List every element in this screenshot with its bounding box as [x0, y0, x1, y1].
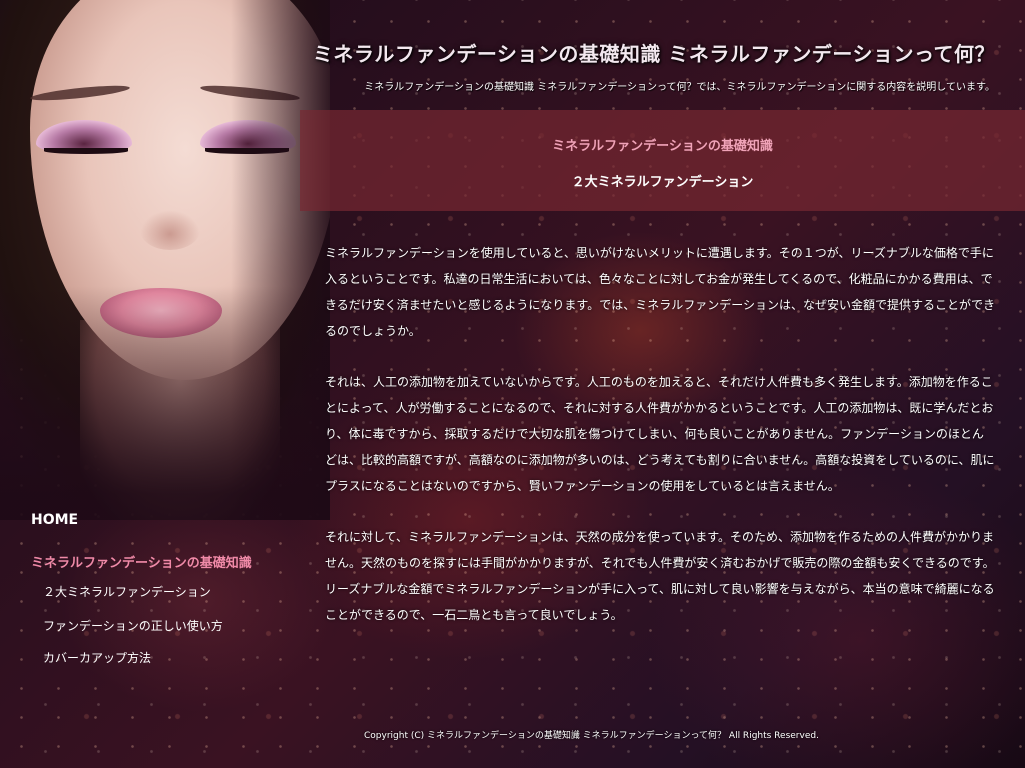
article-paragraph: それに対して、ミネラルファンデーションは、天然の成分を使っています。そのため、添…	[325, 530, 995, 622]
article-body: ミネラルファンデーションを使用していると、思いがけないメリットに遭遇します。その…	[325, 240, 995, 653]
footer-copyright: Copyright (C) ミネラルファンデーションの基礎知識 ミネラルファンデ…	[364, 731, 819, 741]
breadcrumb-category: ミネラルファンデーションの基礎知識	[552, 139, 773, 154]
article-paragraph: ミネラルファンデーションを使用していると、思いがけないメリットに遭遇します。その…	[325, 246, 995, 338]
sidebar-nav: HOME ミネラルファンデーションの基礎知識 ２大ミネラルファンデーション ファ…	[31, 512, 311, 669]
sidebar-item-cover-method[interactable]: カバーカアップ方法	[43, 649, 311, 669]
site-description: ミネラルファンデーションの基礎知識 ミネラルファンデーションって何？では、ミネラ…	[364, 82, 995, 93]
page-header-band: ミネラルファンデーションの基礎知識 ２大ミネラルファンデーション	[300, 110, 1025, 211]
sidebar-item-category[interactable]: ミネラルファンデーションの基礎知識	[31, 552, 311, 572]
article-paragraph: それは、人工の添加物を加えていないからです。人工のものを加えると、それだけ人件費…	[325, 375, 995, 493]
site-title-link[interactable]: ミネラルファンデーションの基礎知識 ミネラルファンデーションって何？	[313, 38, 995, 67]
sidebar-item-correct-usage[interactable]: ファンデーションの正しい使い方	[43, 617, 311, 637]
page-title: ２大ミネラルファンデーション	[571, 175, 754, 190]
sidebar-item-home[interactable]: HOME	[31, 512, 311, 532]
model-portrait-image	[0, 0, 330, 520]
sidebar-item-two-mineral-foundations[interactable]: ２大ミネラルファンデーション	[43, 583, 311, 603]
portrait-fade-overlay	[0, 0, 330, 520]
